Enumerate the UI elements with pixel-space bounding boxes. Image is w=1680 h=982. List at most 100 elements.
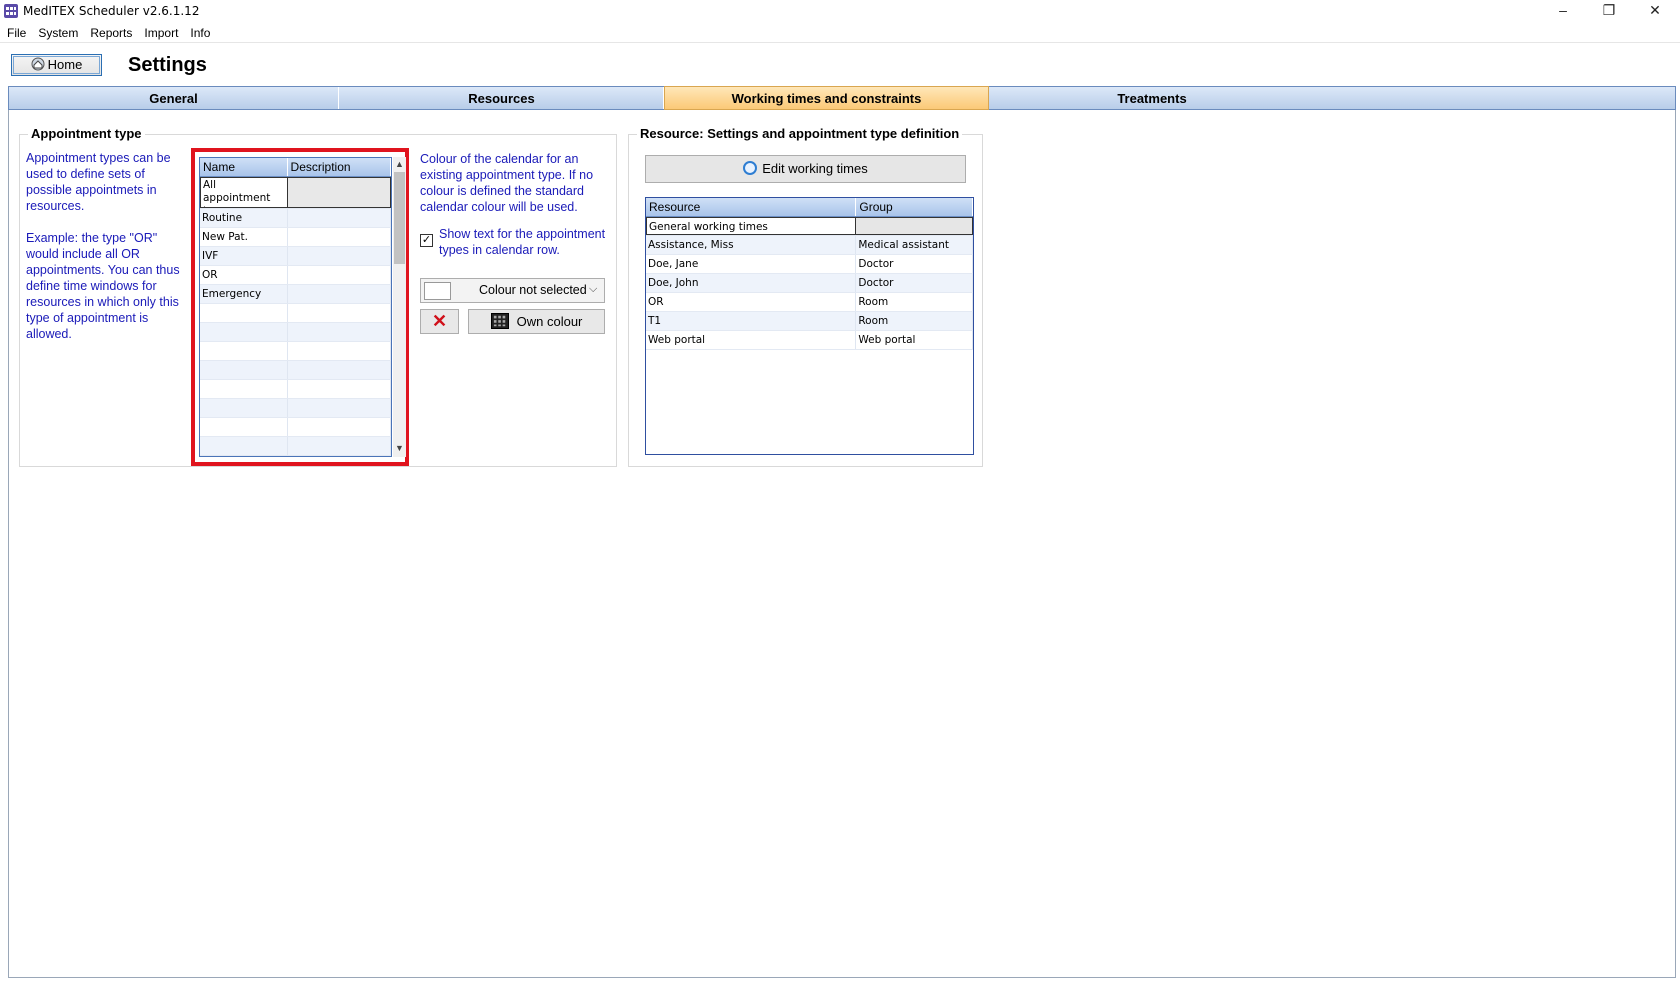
- table-row[interactable]: Web portal Web portal: [646, 331, 973, 350]
- home-icon: [31, 57, 45, 71]
- cell-name: Emergency: [200, 285, 288, 303]
- column-header-description[interactable]: Description: [288, 158, 391, 176]
- cell-empty: [288, 418, 391, 436]
- menu-file[interactable]: File: [0, 24, 31, 42]
- table-row-empty[interactable]: [200, 399, 391, 418]
- cell-empty: [200, 418, 288, 436]
- menu-divider: [0, 42, 1680, 43]
- table-row-empty[interactable]: [200, 418, 391, 437]
- menu-info[interactable]: Info: [183, 24, 215, 42]
- menu-import[interactable]: Import: [137, 24, 183, 42]
- cell-empty: [288, 323, 391, 341]
- table-row[interactable]: Emergency: [200, 285, 391, 304]
- appointment-type-help: Appointment types can be used to define …: [26, 150, 184, 342]
- cell-empty: [200, 304, 288, 322]
- edit-working-times-button[interactable]: Edit working times: [645, 155, 966, 183]
- cell-group: Room: [856, 293, 973, 311]
- appointment-type-table-highlight: Name Description All appointment types R…: [191, 148, 409, 466]
- table-row[interactable]: New Pat.: [200, 228, 391, 247]
- table-row[interactable]: IVF: [200, 247, 391, 266]
- cell-group: [856, 217, 973, 235]
- cell-empty: [200, 342, 288, 360]
- table-row-empty[interactable]: [200, 342, 391, 361]
- cell-empty: [200, 437, 288, 455]
- delete-icon: ✕: [431, 311, 448, 331]
- table-row[interactable]: Doe, John Doctor: [646, 274, 973, 293]
- table-row[interactable]: T1 Room: [646, 312, 973, 331]
- table-header: Name Description: [200, 158, 391, 177]
- minimize-button[interactable]: –: [1540, 0, 1586, 22]
- chevron-down-icon: ⌵: [589, 283, 598, 295]
- table-row[interactable]: OR: [200, 266, 391, 285]
- colour-select[interactable]: Colour not selected ⌵: [420, 278, 605, 303]
- maximize-button[interactable]: ❐: [1586, 0, 1632, 22]
- tab-treatments[interactable]: Treatments: [990, 87, 1314, 109]
- table-row-empty[interactable]: [200, 437, 391, 456]
- table-header: Resource Group: [646, 198, 973, 217]
- cell-name: All appointment types: [200, 177, 288, 208]
- column-header-name[interactable]: Name: [200, 158, 288, 176]
- appointment-type-help-1: Appointment types can be used to define …: [26, 151, 171, 213]
- tab-general[interactable]: General: [9, 87, 339, 109]
- appointment-table-scrollbar[interactable]: ▲ ▼: [393, 157, 406, 457]
- cell-empty: [200, 380, 288, 398]
- appointment-type-title: Appointment type: [28, 126, 145, 141]
- page-title: Settings: [128, 54, 207, 76]
- column-header-group[interactable]: Group: [856, 198, 973, 216]
- menu-reports[interactable]: Reports: [83, 24, 137, 42]
- show-text-label[interactable]: Show text for the appointment types in c…: [439, 226, 611, 258]
- column-header-resource[interactable]: Resource: [646, 198, 857, 216]
- scroll-thumb[interactable]: [394, 172, 405, 264]
- cell-empty: [288, 380, 391, 398]
- colour-help: Colour of the calendar for an existing a…: [420, 152, 594, 214]
- cell-resource: OR: [646, 293, 857, 311]
- colour-swatch: [424, 282, 451, 300]
- table-row[interactable]: OR Room: [646, 293, 973, 312]
- cell-description: [288, 247, 391, 265]
- cell-description: [288, 285, 391, 303]
- cell-empty: [288, 304, 391, 322]
- cell-empty: [200, 323, 288, 341]
- menu-bar: File System Reports Import Info: [0, 24, 1680, 42]
- cell-resource: General working times: [646, 217, 857, 235]
- cell-empty: [288, 437, 391, 455]
- appointment-type-table[interactable]: Name Description All appointment types R…: [199, 157, 392, 457]
- cell-group: Medical assistant: [856, 236, 973, 254]
- own-colour-button[interactable]: Own colour: [468, 309, 605, 334]
- table-row[interactable]: Routine: [200, 209, 391, 228]
- table-row[interactable]: Assistance, Miss Medical assistant: [646, 236, 973, 255]
- colour-select-value: Colour not selected: [479, 283, 587, 297]
- cell-resource: Web portal: [646, 331, 857, 349]
- table-row-empty[interactable]: [200, 380, 391, 399]
- show-text-checkbox[interactable]: ✓: [420, 234, 433, 247]
- cell-description: [288, 228, 391, 246]
- table-row[interactable]: General working times: [646, 217, 973, 236]
- cell-description: [287, 177, 391, 208]
- cell-group: Doctor: [856, 274, 973, 292]
- table-row-empty[interactable]: [200, 361, 391, 380]
- menu-system[interactable]: System: [31, 24, 83, 42]
- cell-group: Doctor: [856, 255, 973, 273]
- tab-resources[interactable]: Resources: [340, 87, 664, 109]
- tab-working-times[interactable]: Working times and constraints: [664, 86, 989, 110]
- title-bar: MedITEX Scheduler v2.6.1.12 – ❐ ✕: [0, 0, 1680, 22]
- home-button[interactable]: Home: [11, 54, 102, 76]
- table-row[interactable]: All appointment types: [200, 177, 391, 209]
- resource-table[interactable]: Resource Group General working times Ass…: [645, 197, 974, 455]
- clear-colour-button[interactable]: ✕: [420, 309, 459, 334]
- close-button[interactable]: ✕: [1632, 0, 1678, 22]
- cell-empty: [200, 361, 288, 379]
- cell-name: IVF: [200, 247, 288, 265]
- table-row[interactable]: Doe, Jane Doctor: [646, 255, 973, 274]
- table-row-empty[interactable]: [200, 304, 391, 323]
- scroll-up-icon[interactable]: ▲: [393, 157, 406, 171]
- appointment-type-help-2: Example: the type "OR" would include all…: [26, 231, 180, 341]
- table-row-empty[interactable]: [200, 323, 391, 342]
- cell-description: [288, 209, 391, 227]
- cell-group: Room: [856, 312, 973, 330]
- cell-description: [288, 266, 391, 284]
- scroll-down-icon[interactable]: ▼: [393, 441, 406, 455]
- resource-settings-title: Resource: Settings and appointment type …: [637, 126, 963, 141]
- home-label: Home: [47, 57, 83, 72]
- cell-name: OR: [200, 266, 288, 284]
